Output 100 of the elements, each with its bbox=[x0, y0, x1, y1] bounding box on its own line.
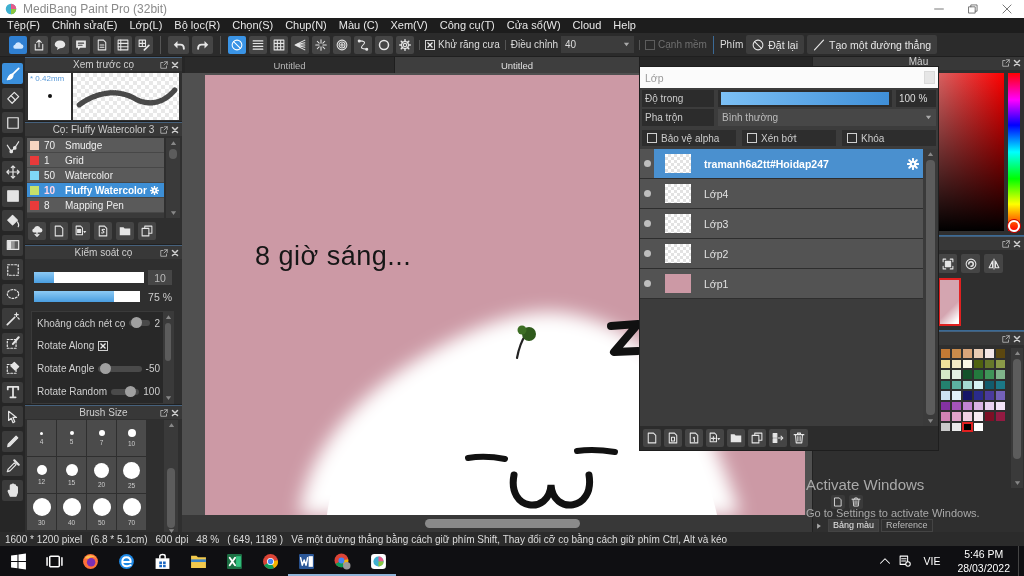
layer-row[interactable]: Lớp3 bbox=[640, 209, 923, 239]
scrollbar[interactable] bbox=[923, 149, 938, 426]
undock-icon[interactable] bbox=[160, 408, 168, 417]
grid-edit-button[interactable] bbox=[135, 35, 153, 54]
swatch-icon[interactable] bbox=[973, 390, 984, 401]
delete-button[interactable] bbox=[790, 429, 808, 447]
swatch-icon[interactable] bbox=[973, 379, 984, 390]
move-tool-button[interactable] bbox=[2, 161, 23, 182]
swatch-icon[interactable] bbox=[951, 369, 962, 380]
text-tool-button[interactable] bbox=[2, 381, 23, 403]
undock-icon[interactable] bbox=[160, 60, 168, 69]
scrollbar-thumb[interactable] bbox=[169, 149, 177, 159]
hue-handle[interactable] bbox=[1008, 220, 1020, 232]
swatch-icon[interactable] bbox=[940, 400, 951, 411]
cloud-download-button[interactable] bbox=[28, 222, 46, 240]
operation-tool-button[interactable] bbox=[2, 406, 23, 427]
swatch-icon[interactable] bbox=[962, 400, 973, 411]
swatch-icon[interactable] bbox=[984, 369, 995, 380]
layer-row[interactable]: Lớp2 bbox=[640, 239, 923, 269]
select-eraser-tool-button[interactable] bbox=[2, 357, 23, 378]
list-button[interactable] bbox=[114, 35, 132, 54]
scrollbar-thumb[interactable] bbox=[425, 519, 580, 528]
menu-item[interactable]: Cloud bbox=[566, 18, 608, 33]
checkbox-option[interactable]: Xén bớt bbox=[742, 130, 836, 146]
slider-track[interactable] bbox=[129, 320, 151, 327]
scrollbar-thumb[interactable] bbox=[167, 468, 175, 528]
hand-tool-button[interactable] bbox=[2, 479, 23, 501]
swatch-icon[interactable] bbox=[940, 369, 951, 380]
duplicate-button[interactable] bbox=[748, 429, 766, 447]
snap-off-button[interactable] bbox=[228, 35, 246, 54]
close-icon[interactable] bbox=[171, 408, 179, 417]
swatch-icon[interactable] bbox=[940, 411, 951, 422]
scrollbar[interactable] bbox=[164, 420, 178, 532]
brush-row[interactable]: 1 Grid bbox=[27, 153, 164, 168]
new-button[interactable] bbox=[831, 495, 845, 509]
swatch-icon[interactable] bbox=[940, 358, 951, 369]
scrollbar[interactable] bbox=[166, 138, 180, 218]
swatch-icon[interactable] bbox=[951, 348, 962, 359]
new-halftone-layer-button[interactable] bbox=[664, 429, 682, 447]
layer-row[interactable]: Lớp4 bbox=[640, 179, 923, 209]
clock-date[interactable]: 28/03/2022 bbox=[957, 561, 1010, 575]
close-icon[interactable] bbox=[171, 125, 179, 134]
redo-button[interactable] bbox=[192, 35, 213, 54]
swatch-icon[interactable] bbox=[984, 411, 995, 422]
swatch-icon[interactable] bbox=[962, 369, 973, 380]
canvas-tab[interactable]: Untitled bbox=[185, 57, 395, 73]
chat-button[interactable] bbox=[51, 35, 69, 54]
circle-snap-button[interactable] bbox=[375, 35, 393, 54]
visibility-dot-icon[interactable] bbox=[643, 280, 651, 287]
swatch-icon[interactable] bbox=[995, 379, 1006, 390]
snap-settings-button[interactable] bbox=[396, 35, 414, 54]
duplicate-button[interactable] bbox=[138, 222, 156, 240]
swatch-icon[interactable] bbox=[962, 379, 973, 390]
swatch-icon[interactable] bbox=[984, 358, 995, 369]
new-menu-button[interactable] bbox=[72, 222, 90, 240]
undock-icon[interactable] bbox=[1002, 59, 1010, 67]
brush-row[interactable]: 50 Watercolor bbox=[27, 168, 164, 183]
flip-button[interactable] bbox=[984, 254, 1003, 273]
eraser-tool-button[interactable] bbox=[2, 87, 23, 109]
menu-item[interactable]: Chỉnh sửa(E) bbox=[46, 18, 124, 33]
swatch-icon[interactable] bbox=[973, 411, 984, 422]
scrollbar[interactable] bbox=[163, 311, 173, 403]
menu-item[interactable]: Bộ lọc(R) bbox=[168, 18, 227, 33]
swatch-icon[interactable] bbox=[995, 369, 1006, 380]
layer-row[interactable]: Lớp1 bbox=[640, 269, 923, 299]
straight-line-button[interactable]: Tạo một đường thẳng bbox=[807, 35, 938, 54]
swatch-icon[interactable] bbox=[973, 421, 984, 432]
menu-item[interactable]: Chọn(S) bbox=[226, 18, 280, 33]
menu-item[interactable]: Cửa sổ(W) bbox=[500, 18, 567, 33]
slider-thumb[interactable] bbox=[99, 362, 111, 374]
eyedropper-tool-button[interactable] bbox=[2, 455, 23, 476]
gradient-tool-button[interactable] bbox=[2, 234, 23, 256]
menu-item[interactable]: Công cụ(T) bbox=[433, 18, 501, 33]
swatch-icon[interactable] bbox=[995, 348, 1006, 359]
lasso-tool-button[interactable] bbox=[2, 283, 23, 305]
swatch-icon[interactable] bbox=[962, 421, 973, 432]
new-mono-layer-button[interactable] bbox=[685, 429, 703, 447]
undock-icon[interactable] bbox=[1002, 334, 1010, 343]
size-field[interactable]: 10 bbox=[148, 270, 172, 286]
folder-button[interactable] bbox=[727, 429, 745, 447]
slider-track[interactable] bbox=[98, 365, 142, 372]
slider-track[interactable] bbox=[111, 388, 140, 395]
expand-arrow-icon[interactable] bbox=[816, 522, 822, 530]
panel-tab[interactable]: Reference bbox=[881, 519, 933, 532]
language-indicator[interactable]: VIE bbox=[914, 546, 950, 576]
share-button[interactable] bbox=[30, 35, 48, 54]
menu-item[interactable]: Lớp(L) bbox=[123, 18, 169, 33]
swatch-icon[interactable] bbox=[973, 369, 984, 380]
select-pen-tool-button[interactable] bbox=[2, 332, 23, 354]
close-icon[interactable] bbox=[1013, 334, 1021, 343]
select-tool-button[interactable] bbox=[2, 259, 23, 280]
brush-row[interactable]: 8 Mapping Pen bbox=[27, 198, 164, 213]
concentric-snap-button[interactable] bbox=[333, 35, 351, 54]
swatch-icon[interactable] bbox=[973, 348, 984, 359]
curve-snap-button[interactable] bbox=[354, 35, 372, 54]
swatch-icon[interactable] bbox=[962, 390, 973, 401]
swatch-icon[interactable] bbox=[984, 348, 995, 359]
scrollbar-thumb[interactable] bbox=[165, 322, 171, 361]
menu-item[interactable]: Tệp(F) bbox=[1, 18, 46, 33]
delete-button[interactable] bbox=[849, 495, 863, 509]
